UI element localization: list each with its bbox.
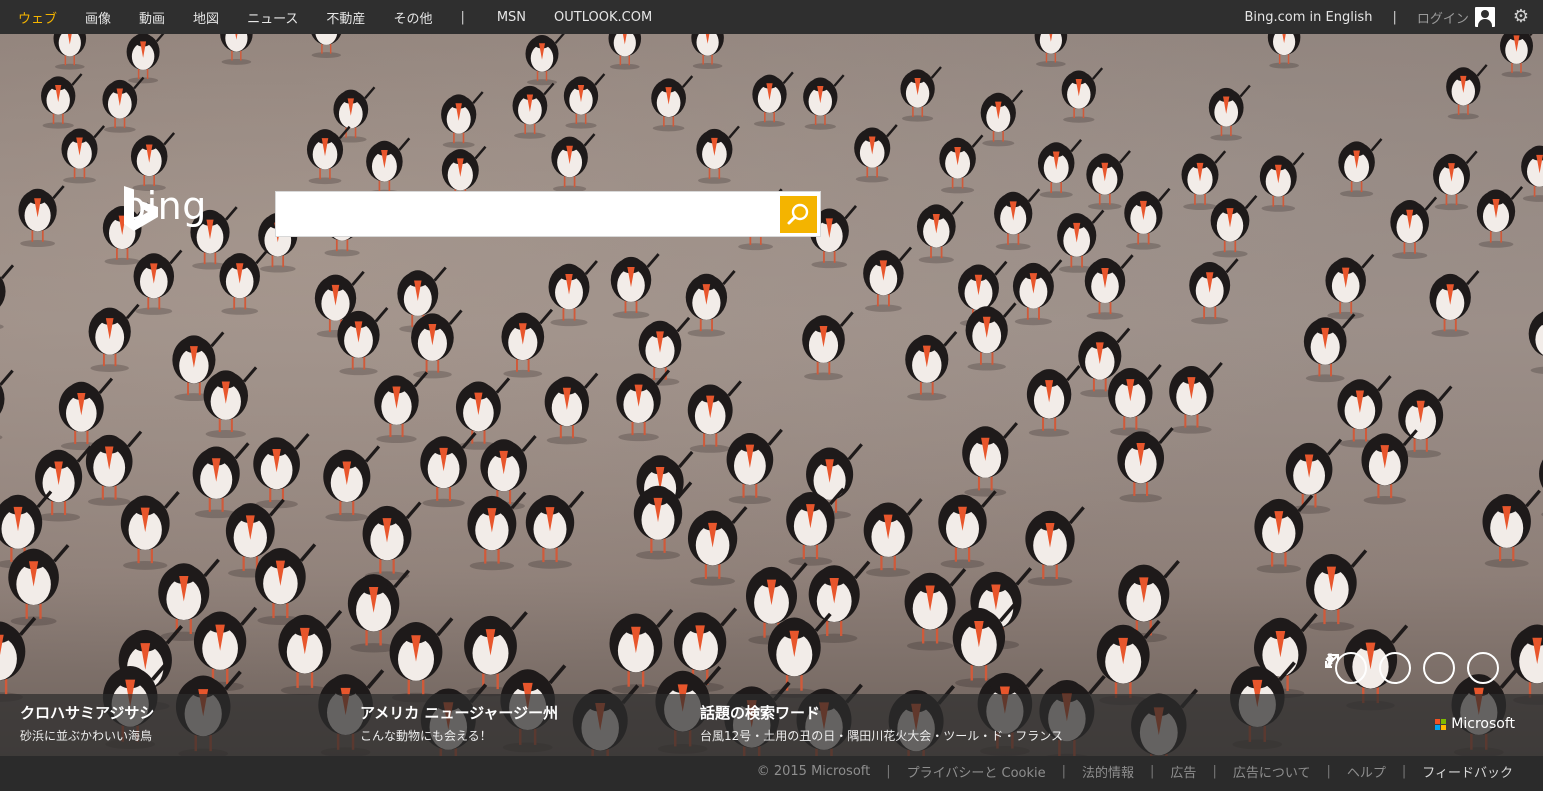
microsoft-logo-text: Microsoft [1451,716,1515,732]
footer-separator: | [1061,763,1067,779]
footer-link-help[interactable]: ヘルプ [1347,762,1386,781]
search-input[interactable] [282,196,776,234]
caption-location-title[interactable]: アメリカ ニュージャージー州 [360,703,558,723]
user-icon[interactable] [1474,7,1495,27]
fullscreen-icon[interactable] [1325,652,1367,684]
background-image: bing [0,34,1543,756]
footer-separator: | [1326,763,1331,779]
nav-outlook[interactable]: OUTLOOK.COM [554,10,652,25]
caption-image-subtitle[interactable]: 砂浜に並ぶかわいい海鳥 [20,726,154,746]
microsoft-logo-icon [1435,718,1447,730]
account-area: Bing.com in English | ログイン ⚙ [1244,0,1529,34]
nav-real-estate[interactable]: 不動産 [326,8,365,27]
nav-maps[interactable]: 地図 [193,8,219,27]
footer-link-privacy[interactable]: プライバシーと Cookie [907,762,1046,781]
caption-location-subtitle[interactable]: こんな動物にも会える！ [360,726,558,746]
english-link[interactable]: Bing.com in English [1244,10,1372,25]
caption-image-title[interactable]: クロハサミアジサシ [20,703,154,723]
microsoft-logo[interactable]: Microsoft [1435,716,1515,732]
caption-trending-subtitle[interactable]: 台風12号・土用の丑の日・隅田川花火大会・ツール・ド・フランス [700,726,1063,746]
nav-news[interactable]: ニュース [247,8,298,27]
info-icon[interactable] [1328,652,1499,684]
caption-trending[interactable]: 話題の検索ワード 台風12号・土用の丑の日・隅田川花火大会・ツール・ド・フランス [700,703,1063,746]
search-box [275,191,821,237]
image-controls [1323,652,1499,684]
nav-separator: | [460,9,465,25]
footer-link-about-ads[interactable]: 広告について [1233,762,1311,781]
vertical-nav: ウェブ 画像 動画 地図 ニュース 不動産 その他 | MSN OUTLOOK.… [18,0,680,34]
footer-separator: | [1401,763,1407,779]
top-navigation-bar: ウェブ 画像 動画 地図 ニュース 不動産 その他 | MSN OUTLOOK.… [0,0,1543,34]
bird-photo [0,34,1543,756]
footer-link-legal[interactable]: 法的情報 [1082,762,1134,781]
footer-link-feedback[interactable]: フィードバック [1422,762,1513,781]
caption-location[interactable]: アメリカ ニュージャージー州 こんな動物にも会える！ [360,703,558,746]
copyright: © 2015 Microsoft [756,763,871,779]
footer-links: © 2015 Microsoft | プライバシーと Cookie | 法的情報… [757,756,1513,786]
nav-images[interactable]: 画像 [85,8,111,27]
bing-logo-icon [124,186,158,231]
search-icon [787,203,809,225]
account-separator: | [1392,9,1397,25]
footer-separator: | [1212,763,1217,779]
nav-videos[interactable]: 動画 [139,8,165,27]
chevron-right-icon[interactable] [1327,652,1455,684]
search-button[interactable] [780,196,817,233]
caption-image[interactable]: クロハサミアジサシ 砂浜に並ぶかわいい海鳥 [20,703,154,746]
caption-trending-title[interactable]: 話題の検索ワード [700,703,1063,723]
footer: © 2015 Microsoft | プライバシーと Cookie | 法的情報… [0,756,1543,791]
bing-logo[interactable]: bing [122,184,207,231]
nav-more[interactable]: その他 [393,8,432,27]
chevron-left-icon[interactable] [1325,652,1411,684]
nav-msn[interactable]: MSN [497,10,526,25]
footer-separator: | [886,763,891,779]
caption-bar: クロハサミアジサシ 砂浜に並ぶかわいい海鳥 アメリカ ニュージャージー州 こんな… [0,694,1543,756]
gear-icon[interactable]: ⚙ [1513,8,1529,26]
nav-web[interactable]: ウェブ [18,8,57,27]
footer-link-advertise[interactable]: 広告 [1170,762,1196,781]
login-link[interactable]: ログイン [1417,8,1469,27]
footer-separator: | [1150,763,1155,779]
